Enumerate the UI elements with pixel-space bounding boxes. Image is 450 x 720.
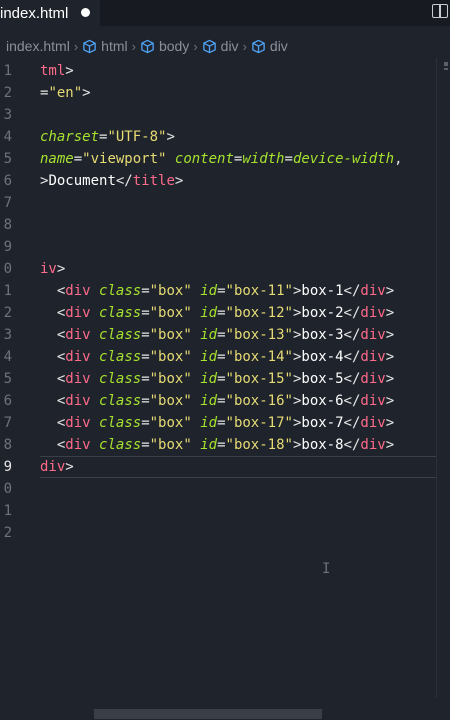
code-text: name="viewport" content=width=device-wid… [40,151,403,167]
line-number: 3 [3,327,12,343]
code-line[interactable]: 9 div> [0,456,450,478]
line-number: 4 [3,349,12,365]
code-line[interactable]: 2 [0,522,450,544]
code-text: charset="UTF-8"> [40,129,175,145]
line-number: 9 [3,239,12,255]
line-number: 7 [3,415,12,431]
cube-icon [141,39,154,53]
code-line[interactable]: 0 [0,478,450,500]
breadcrumb-label: div [269,38,288,54]
unsaved-dot-icon[interactable] [81,8,90,17]
code-text: >Document</title> [40,173,184,189]
tab-bar: index.html [0,0,450,26]
code-line[interactable]: 5 <div class="box" id="box-15">box-5</di… [0,368,450,390]
code-line[interactable]: 1 [0,500,450,522]
horizontal-scrollbar-thumb[interactable] [94,709,322,719]
vertical-scrollbar[interactable] [436,58,450,698]
line-number: 9 [3,459,12,475]
breadcrumb-label: div [220,38,239,54]
split-editor-icon[interactable] [432,4,448,18]
code-line[interactable]: 7 [0,192,450,214]
code-text: <div class="box" id="box-12">box-2</div> [56,305,395,321]
line-number: 1 [3,283,12,299]
code-line[interactable]: 4 <div class="box" id="box-14">box-4</di… [0,346,450,368]
code-line[interactable]: 3 [0,104,450,126]
line-number: 8 [3,437,12,453]
line-number: 4 [3,129,12,145]
code-text: <div class="box" id="box-17">box-7</div> [56,415,395,431]
code-line[interactable]: 5 name="viewport" content=width=device-wi… [0,148,450,170]
line-number: 1 [3,503,12,519]
code-line[interactable]: 6 <div class="box" id="box-16">box-6</di… [0,390,450,412]
cube-icon [252,39,265,53]
minimap-mark [444,62,448,66]
breadcrumb-item[interactable]: div [251,38,288,54]
line-number: 1 [3,63,12,79]
minimap-mark [444,68,448,70]
breadcrumb-item[interactable]: html [82,38,128,54]
line-number: 7 [3,195,12,211]
breadcrumb: index.html › html › body › div › div [0,34,450,58]
breadcrumb-item[interactable]: div [202,38,239,54]
line-number: 6 [3,173,12,189]
code-line[interactable]: 0 iv> [0,258,450,280]
cube-icon [83,39,96,53]
code-line[interactable]: 2 ="en"> [0,82,450,104]
text-cursor-icon: I [322,561,331,577]
code-text: div> [40,459,74,475]
code-line[interactable]: 1 tml> [0,60,450,82]
code-line[interactable]: 1 <div class="box" id="box-11">box-1</di… [0,280,450,302]
chevron-right-icon: › [73,38,79,54]
chevron-right-icon: › [242,38,247,54]
code-text: tml> [40,63,74,79]
line-number: 2 [3,305,12,321]
code-editor[interactable]: 1 tml> 2 ="en"> 3 4 charset="UTF-8"> 5 name="vie… [0,58,450,698]
line-number: 3 [3,107,12,123]
chevron-right-icon: › [131,38,136,54]
code-text: <div class="box" id="box-14">box-4</div> [56,349,395,365]
code-line[interactable]: 9 [0,236,450,258]
code-text: <div class="box" id="box-11">box-1</div> [56,283,395,299]
cube-icon [202,39,216,53]
code-text: <div class="box" id="box-16">box-6</div> [56,393,395,409]
line-number: 6 [3,393,12,409]
code-text: iv> [40,261,66,277]
breadcrumb-item[interactable]: body [140,38,189,54]
breadcrumb-label: index.html [6,38,70,54]
code-line[interactable]: 3 <div class="box" id="box-13">box-3</di… [0,324,450,346]
line-number: 5 [3,151,12,167]
breadcrumb-item[interactable]: index.html [6,38,70,54]
code-text: <div class="box" id="box-15">box-5</div> [56,371,395,387]
code-line[interactable]: 4 charset="UTF-8"> [0,126,450,148]
tab-title: index.html [0,4,69,22]
line-number: 0 [3,481,12,497]
code-text: <div class="box" id="box-18">box-8</div> [56,437,395,453]
code-line[interactable]: 8 <div class="box" id="box-18">box-8</di… [0,434,450,456]
code-line[interactable]: 2 <div class="box" id="box-12">box-2</di… [0,302,450,324]
breadcrumb-label: body [158,38,190,54]
code-text: <div class="box" id="box-13">box-3</div> [56,327,395,343]
line-number: 2 [3,525,12,541]
code-text: ="en"> [40,85,91,101]
code-line[interactable]: 8 [0,214,450,236]
line-number: 8 [3,217,12,233]
line-number: 0 [3,261,12,277]
code-line[interactable]: 7 <div class="box" id="box-17">box-7</di… [0,412,450,434]
tab-index-html[interactable]: index.html [0,0,100,26]
line-number: 5 [3,371,12,387]
chevron-right-icon: › [193,38,198,54]
breadcrumb-label: html [101,38,128,54]
code-line[interactable]: 6 >Document</title> [0,170,450,192]
line-number: 2 [3,85,12,101]
